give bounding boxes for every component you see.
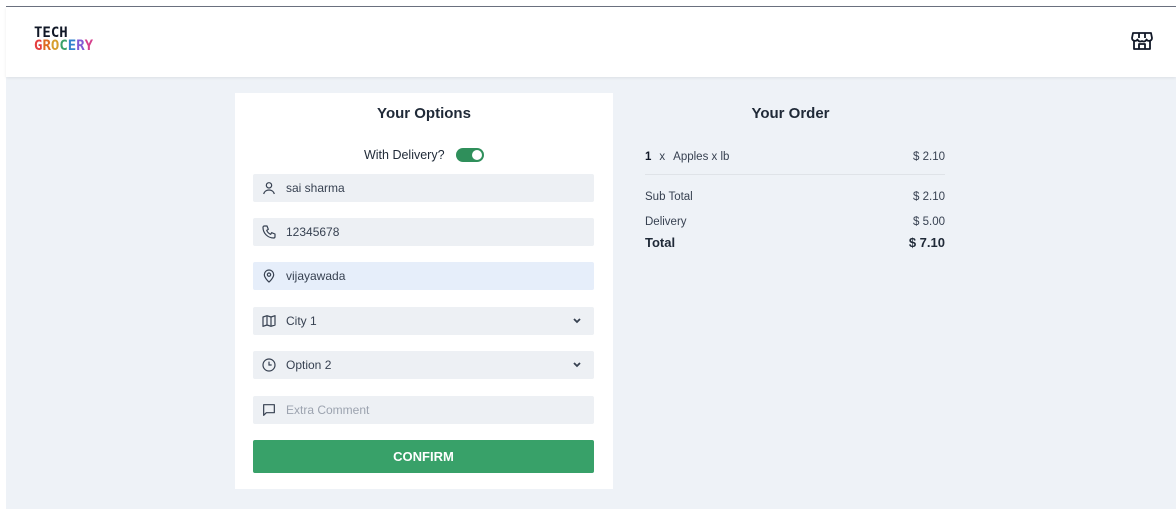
- logo-letter: R: [42, 38, 51, 54]
- chevron-down-icon: [573, 362, 581, 368]
- app-frame: TECH GROCERY Your Options With Delivery?…: [6, 6, 1176, 509]
- comment-field[interactable]: Extra Comment: [253, 396, 594, 424]
- logo-letter: O: [50, 38, 60, 54]
- user-icon: [263, 182, 275, 195]
- tech-grocery-logo[interactable]: TECH GROCERY: [34, 26, 94, 54]
- time-selected: Option 2: [286, 358, 332, 372]
- clock-icon: [262, 358, 276, 372]
- top-header: TECH GROCERY: [6, 7, 1176, 77]
- subtotal-value: $ 2.10: [913, 191, 945, 203]
- order-title: Your Order: [751, 105, 830, 122]
- total-row: Total $ 7.10: [645, 235, 945, 250]
- item-name: Apples x lb: [673, 151, 730, 163]
- delivery-toggle-row: With Delivery?: [235, 147, 613, 162]
- time-select[interactable]: Option 2: [253, 351, 594, 379]
- comment-icon: [263, 404, 275, 416]
- phone-icon: [262, 225, 276, 239]
- chevron-down-icon: [573, 318, 581, 324]
- order-divider: [645, 174, 945, 175]
- logo-letter: Y: [84, 38, 94, 54]
- delivery-row: Delivery $ 5.00: [645, 216, 945, 228]
- logo-letter: G: [34, 38, 43, 54]
- phone-value: 12345678: [286, 225, 340, 239]
- name-field[interactable]: sai sharma: [253, 174, 594, 202]
- delivery-toggle[interactable]: [456, 147, 485, 162]
- subtotal-label: Sub Total: [645, 191, 693, 203]
- subtotal-row: Sub Total $ 2.10: [645, 191, 945, 203]
- address-value: vijayawada: [286, 269, 346, 283]
- delivery-label: With Delivery?: [363, 147, 445, 162]
- logo-letter: R: [76, 38, 85, 54]
- map-icon: [262, 315, 276, 327]
- delivery-fee-label: Delivery: [645, 216, 687, 228]
- name-value: sai sharma: [286, 181, 345, 195]
- item-qty: 1: [645, 151, 652, 163]
- address-field[interactable]: vijayawada: [253, 262, 594, 290]
- order-item-row: 1 x Apples x lb $ 2.10: [645, 151, 945, 163]
- item-price: $ 2.10: [913, 151, 945, 163]
- city-selected: City 1: [286, 314, 317, 328]
- comment-placeholder: Extra Comment: [286, 403, 370, 417]
- map-pin-icon: [263, 269, 275, 283]
- toggle-knob: [472, 149, 483, 160]
- logo-letter: E: [67, 38, 77, 54]
- logo-letter: C: [59, 38, 68, 54]
- item-times: x: [659, 151, 666, 163]
- logo-line-2: GROCERY: [34, 38, 94, 54]
- total-value: $ 7.10: [908, 235, 945, 250]
- city-select[interactable]: City 1: [253, 307, 594, 335]
- options-title: Your Options: [377, 105, 471, 122]
- confirm-button[interactable]: CONFIRM: [253, 440, 594, 473]
- total-label: Total: [645, 235, 676, 250]
- delivery-fee-value: $ 5.00: [913, 216, 945, 228]
- phone-field[interactable]: 12345678: [253, 218, 594, 246]
- order-summary: Your Order 1 x Apples x lb $ 2.10 Sub Tota…: [613, 93, 968, 293]
- options-card: Your Options With Delivery? sai sharma 1…: [235, 93, 613, 489]
- store-icon[interactable]: [1130, 29, 1154, 53]
